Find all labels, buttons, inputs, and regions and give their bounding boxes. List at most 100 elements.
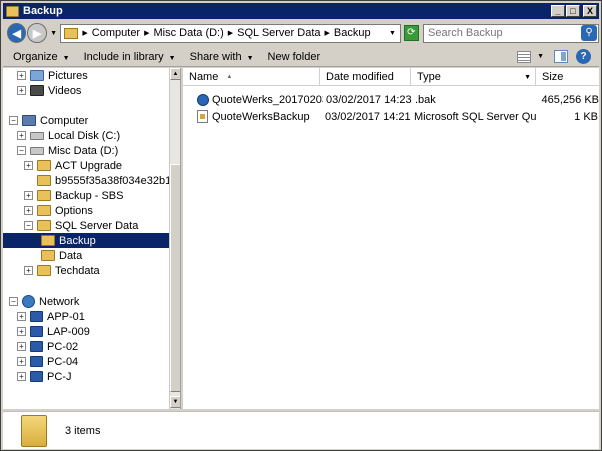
item-count: 3 items (65, 424, 101, 437)
organize-menu[interactable]: Organize ▼ (13, 51, 70, 63)
minimize-button[interactable]: _ (551, 5, 565, 17)
collapse-icon[interactable]: − (17, 146, 26, 155)
tree-item-videos[interactable]: + Videos (17, 83, 81, 98)
view-dropdown-icon[interactable]: ▼ (537, 53, 544, 60)
refresh-icon[interactable]: ⟳ (403, 25, 420, 41)
search-box[interactable]: ⚲ (423, 23, 599, 43)
videos-icon (30, 85, 44, 96)
tree-item-act-upgrade[interactable]: + ACT Upgrade (24, 158, 122, 173)
tree-item-backup-sbs[interactable]: + Backup - SBS (24, 188, 123, 203)
computer-icon (22, 115, 36, 126)
expand-icon[interactable]: + (17, 372, 26, 381)
breadcrumb-separator-icon[interactable]: ▶ (228, 29, 233, 37)
scrollbar-thumb[interactable] (170, 164, 180, 392)
breadcrumb-separator-icon[interactable]: ▶ (325, 29, 330, 37)
tree-item-data[interactable]: Data (41, 248, 82, 263)
close-button[interactable]: X (583, 5, 597, 17)
title-bar[interactable]: Backup _ □ X (3, 3, 599, 19)
tree-item-misc-data[interactable]: − Misc Data (D:) (17, 143, 118, 158)
folder-icon (6, 5, 19, 17)
tree-item-backup[interactable]: Backup (3, 233, 169, 248)
file-name: QuoteWerksBackup (212, 110, 310, 123)
expand-icon[interactable]: + (24, 266, 33, 275)
expand-icon[interactable]: + (17, 342, 26, 351)
tree-item-pc-j[interactable]: + PC-J (17, 369, 71, 384)
file-list-pane[interactable]: Name ▲ Date modified Type ▼ Size QuoteWerk… (183, 68, 599, 409)
column-header-name[interactable]: Name ▲ (183, 68, 320, 86)
expand-icon[interactable]: + (17, 312, 26, 321)
tree-item-sql-server-data[interactable]: − SQL Server Data (24, 218, 138, 233)
nav-scrollbar[interactable]: ▲ ▼ (169, 68, 180, 409)
tree-item-pictures[interactable]: + Pictures (17, 68, 88, 83)
include-in-library-menu[interactable]: Include in library ▼ (84, 51, 176, 63)
breadcrumb-sql-server-data[interactable]: SQL Server Data (237, 27, 320, 39)
tree-item-local-disk[interactable]: + Local Disk (C:) (17, 128, 120, 143)
expand-icon[interactable]: + (24, 161, 33, 170)
file-date: 03/02/2017 14:23 (326, 93, 412, 106)
breadcrumb-separator-icon[interactable]: ▶ (144, 29, 149, 37)
column-filter-icon[interactable]: ▼ (524, 74, 531, 81)
tree-item-pc-04[interactable]: + PC-04 (17, 354, 78, 369)
column-header-size[interactable]: Size (536, 68, 599, 86)
forward-button[interactable]: ▶ (27, 23, 47, 43)
scroll-down-icon[interactable]: ▼ (170, 396, 180, 408)
window-title: Backup (23, 5, 63, 17)
breadcrumb-computer[interactable]: Computer (92, 27, 140, 39)
expand-icon[interactable]: + (17, 131, 26, 140)
folder-icon (37, 220, 51, 231)
expand-icon[interactable]: + (24, 191, 33, 200)
recent-pages-dropdown[interactable]: ▼ (49, 30, 59, 37)
tree-item-options[interactable]: + Options (24, 203, 93, 218)
computer-icon (30, 341, 43, 352)
view-icon[interactable] (517, 50, 532, 63)
preview-pane-icon[interactable] (554, 50, 568, 63)
tree-item-computer[interactable]: − Computer (9, 113, 88, 128)
tree-item-lap-009[interactable]: + LAP-009 (17, 324, 90, 339)
expand-icon[interactable]: + (17, 86, 26, 95)
tree-item-pc-02[interactable]: + PC-02 (17, 339, 78, 354)
expand-icon[interactable]: + (17, 327, 26, 336)
collapse-icon[interactable]: − (9, 297, 18, 306)
expand-icon[interactable]: + (24, 206, 33, 215)
command-bar: Organize ▼ Include in library ▼ Share with… (3, 47, 599, 67)
breadcrumb-separator-icon[interactable]: ▶ (82, 29, 87, 37)
help-icon[interactable]: ? (576, 49, 591, 64)
column-header-type[interactable]: Type ▼ (411, 68, 536, 86)
folder-icon (37, 205, 51, 216)
search-input[interactable] (428, 27, 581, 39)
table-row[interactable]: QuoteWerksBackup 03/02/2017 14:21 Micros… (197, 109, 598, 124)
new-folder-button[interactable]: New folder (268, 51, 321, 63)
maximize-button[interactable]: □ (566, 5, 580, 17)
expand-icon[interactable]: + (17, 357, 26, 366)
folder-icon (37, 190, 51, 201)
chevron-down-icon: ▼ (62, 54, 70, 62)
chevron-down-icon: ▼ (168, 54, 176, 62)
pictures-icon (30, 70, 44, 81)
breadcrumb-misc-data[interactable]: Misc Data (D:) (153, 27, 223, 39)
computer-icon (30, 326, 43, 337)
collapse-icon[interactable]: − (24, 221, 33, 230)
navigation-pane[interactable]: + Pictures + Videos − Computer + Local Disk … (3, 68, 181, 409)
breadcrumb-backup[interactable]: Backup (334, 27, 371, 39)
table-row[interactable]: QuoteWerks_201702031423 03/02/2017 14:23… (197, 92, 599, 107)
search-icon[interactable]: ⚲ (580, 25, 597, 41)
file-type: Microsoft SQL Server Query File (414, 110, 536, 123)
expand-icon[interactable]: + (17, 71, 26, 80)
address-dropdown-icon[interactable]: ▼ (386, 30, 400, 37)
sql-query-file-icon (197, 110, 208, 123)
scroll-up-icon[interactable]: ▲ (170, 68, 180, 80)
folder-icon (64, 27, 79, 39)
tree-item-network[interactable]: − Network (9, 294, 79, 309)
tree-item-techdata[interactable]: + Techdata (24, 263, 100, 278)
collapse-icon[interactable]: − (9, 116, 18, 125)
folder-icon (37, 175, 51, 186)
file-name: QuoteWerks_201702031423 (212, 93, 323, 106)
address-bar[interactable]: ▶ Computer ▶ Misc Data (D:) ▶ SQL Server… (60, 23, 401, 43)
tree-item-app-01[interactable]: + APP-01 (17, 309, 85, 324)
column-header-date[interactable]: Date modified (320, 68, 411, 86)
tree-item-b9555f35[interactable]: b9555f35a38f034e32b1 (24, 173, 171, 188)
share-with-menu[interactable]: Share with ▼ (190, 51, 254, 63)
folder-icon (21, 414, 47, 447)
back-button[interactable]: ◀ (7, 23, 27, 43)
folder-icon (37, 160, 51, 171)
